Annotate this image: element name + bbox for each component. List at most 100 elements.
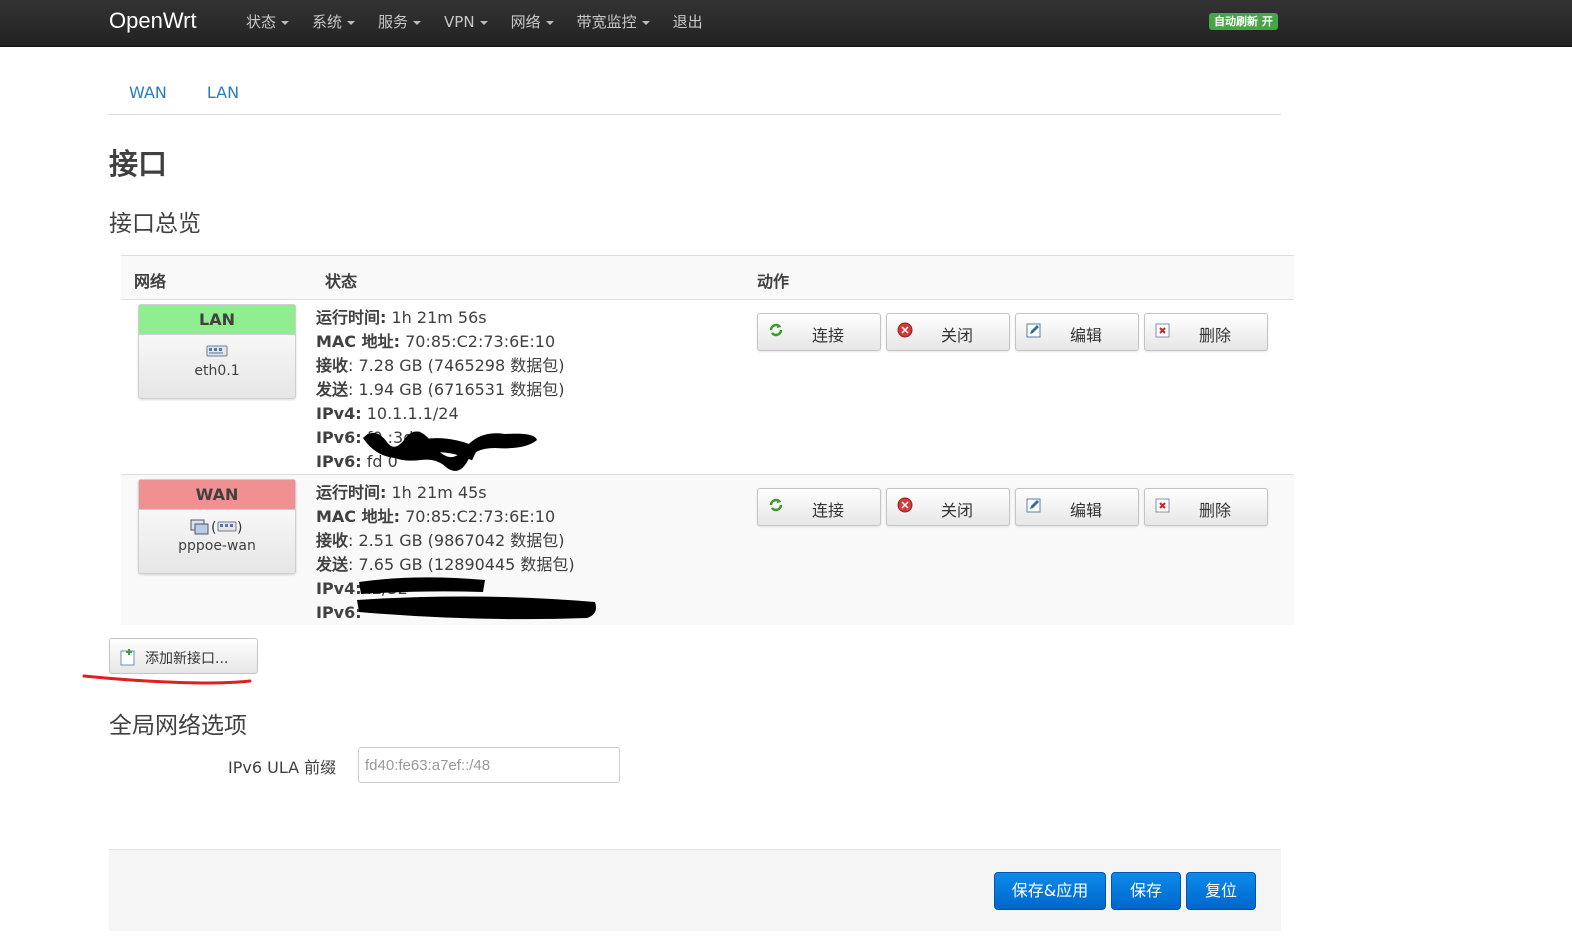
- status-value: : 1.94 GB (6716531 数据包): [348, 380, 565, 399]
- add-document-icon: [120, 649, 135, 666]
- menu-services-label: 服务: [378, 13, 409, 31]
- table-header: 网络 状态 动作: [121, 256, 1294, 300]
- ula-prefix-input[interactable]: [358, 747, 620, 783]
- status-key: IPv4:: [316, 579, 362, 598]
- status-line: 发送: 7.65 GB (12890445 数据包): [316, 553, 575, 577]
- status-value: : 7.28 GB (7465298 数据包): [348, 356, 565, 375]
- menu-network-label: 网络: [510, 13, 541, 31]
- status-value: 70:85:C2:73:6E:10: [400, 332, 556, 351]
- edit-button[interactable]: 编辑: [1015, 313, 1139, 351]
- interface-tabs: WAN LAN: [109, 72, 1281, 115]
- menu-status-label: 状态: [246, 13, 277, 31]
- interface-status: 运行时间: 1h 21m 56s MAC 地址: 70:85:C2:73:6E:…: [316, 306, 565, 474]
- status-line: 接收: 2.51 GB (9867042 数据包): [316, 529, 575, 553]
- status-key: IPv6:: [316, 452, 362, 471]
- status-value: fd 0: [361, 452, 398, 471]
- caret-down-icon: [413, 20, 422, 25]
- status-key: 接收: [316, 531, 349, 550]
- status-line: IPv6: f0 :3d0: [316, 426, 565, 450]
- table-row: WAN () pppoe-wan 运行时间: 1h 21m 45s MAC 地址…: [121, 475, 1294, 625]
- status-key: 接收: [316, 356, 349, 375]
- status-value: 1h 21m 45s: [386, 483, 487, 502]
- add-interface-label: 添加新接口...: [145, 651, 229, 667]
- header-actions: 动作: [757, 272, 790, 291]
- connect-button[interactable]: 连接: [757, 313, 881, 351]
- row-actions: 连接 关闭 编辑 删除: [757, 488, 1273, 526]
- red-annotation-underline: [82, 674, 252, 685]
- status-value: 10.1.1.1/24: [361, 404, 459, 423]
- status-key: 运行时间:: [316, 483, 387, 502]
- caret-down-icon: [545, 20, 554, 25]
- brand-logo[interactable]: OpenWrt: [109, 8, 197, 34]
- status-key: 运行时间:: [316, 308, 387, 327]
- auto-refresh-badge[interactable]: 自动刷新 开: [1209, 13, 1278, 30]
- status-line: IPv6:: [316, 601, 575, 625]
- table-row: LAN eth0.1 运行时间: 1h 21m 56s MAC 地址: 70:8…: [121, 300, 1294, 475]
- connect-button[interactable]: 连接: [757, 488, 881, 526]
- delete-label: 删除: [1198, 326, 1231, 345]
- menu-bandwidth[interactable]: 带宽监控: [577, 0, 650, 46]
- menu-vpn-label: VPN: [444, 13, 475, 31]
- caret-down-icon: [479, 20, 488, 25]
- menu-bandwidth-label: 带宽监控: [576, 13, 637, 31]
- status-value: : 2.51 GB (9867042 数据包): [348, 531, 565, 550]
- interface-device: pppoe-wan: [178, 538, 256, 554]
- tab-lan[interactable]: LAN: [187, 72, 259, 114]
- interface-badge-lan: LAN eth0.1: [138, 304, 296, 399]
- status-value: 1h 21m 56s: [386, 308, 487, 327]
- menu-network[interactable]: 网络: [511, 0, 554, 46]
- caret-down-icon: [347, 20, 356, 25]
- main-menu: 状态 系统 服务 VPN 网络 带宽监控 退出: [246, 0, 726, 46]
- status-value: 70:85:C2:73:6E:10: [400, 507, 556, 526]
- status-line: IPv4: .2/32: [316, 577, 575, 601]
- status-key: 发送: [316, 555, 349, 574]
- menu-system[interactable]: 系统: [312, 0, 356, 46]
- status-line: 运行时间: 1h 21m 45s: [316, 481, 575, 505]
- delete-button[interactable]: 删除: [1144, 488, 1268, 526]
- header-status: 状态: [325, 272, 358, 291]
- delete-label: 删除: [1198, 501, 1231, 520]
- ula-prefix-label: IPv6 ULA 前缀: [228, 758, 337, 777]
- menu-services[interactable]: 服务: [378, 0, 422, 46]
- interface-device: eth0.1: [194, 363, 240, 379]
- page-title: 接口: [109, 147, 168, 181]
- status-value: .2/32: [361, 579, 408, 598]
- interface-badge-wan: WAN () pppoe-wan: [138, 479, 296, 574]
- status-key: IPv6:: [316, 603, 362, 622]
- form-actions-bar: 保存&应用 保存 复位: [109, 849, 1281, 931]
- menu-vpn[interactable]: VPN: [444, 0, 488, 46]
- stop-label: 关闭: [940, 501, 973, 520]
- stop-button[interactable]: 关闭: [886, 313, 1010, 351]
- menu-logout-label: 退出: [672, 13, 703, 31]
- status-line: MAC 地址: 70:85:C2:73:6E:10: [316, 330, 565, 354]
- interface-status: 运行时间: 1h 21m 45s MAC 地址: 70:85:C2:73:6E:…: [316, 481, 575, 625]
- ppp-tunnel-icon: (): [139, 510, 295, 538]
- svg-text:): ): [237, 520, 242, 536]
- connect-label: 连接: [811, 501, 844, 520]
- status-value: f0 :3d0: [361, 428, 424, 447]
- status-line: IPv6: fd 0: [316, 450, 565, 474]
- section-title: 接口总览: [109, 211, 201, 237]
- tab-wan[interactable]: WAN: [109, 72, 187, 114]
- save-apply-button[interactable]: 保存&应用: [994, 872, 1106, 910]
- menu-system-label: 系统: [312, 13, 343, 31]
- save-button[interactable]: 保存: [1111, 872, 1181, 910]
- stop-label: 关闭: [940, 326, 973, 345]
- status-line: 发送: 1.94 GB (6716531 数据包): [316, 378, 565, 402]
- ethernet-switch-icon: [139, 335, 295, 363]
- edit-button[interactable]: 编辑: [1015, 488, 1139, 526]
- menu-logout[interactable]: 退出: [673, 0, 703, 46]
- interface-table: 网络 状态 动作 LAN eth0.1 运行时间: 1h 21m 56s MAC…: [121, 255, 1294, 625]
- edit-label: 编辑: [1069, 326, 1102, 345]
- status-key: IPv4:: [316, 404, 362, 423]
- caret-down-icon: [281, 20, 290, 25]
- menu-status[interactable]: 状态: [246, 0, 290, 46]
- status-line: IPv4: 10.1.1.1/24: [316, 402, 565, 426]
- delete-button[interactable]: 删除: [1144, 313, 1268, 351]
- stop-button[interactable]: 关闭: [886, 488, 1010, 526]
- reset-button[interactable]: 复位: [1186, 872, 1256, 910]
- status-line: 运行时间: 1h 21m 56s: [316, 306, 565, 330]
- edit-label: 编辑: [1069, 501, 1102, 520]
- top-navbar: OpenWrt 状态 系统 服务 VPN 网络 带宽监控 退出 自动刷新 开: [0, 0, 1572, 47]
- caret-down-icon: [641, 20, 650, 25]
